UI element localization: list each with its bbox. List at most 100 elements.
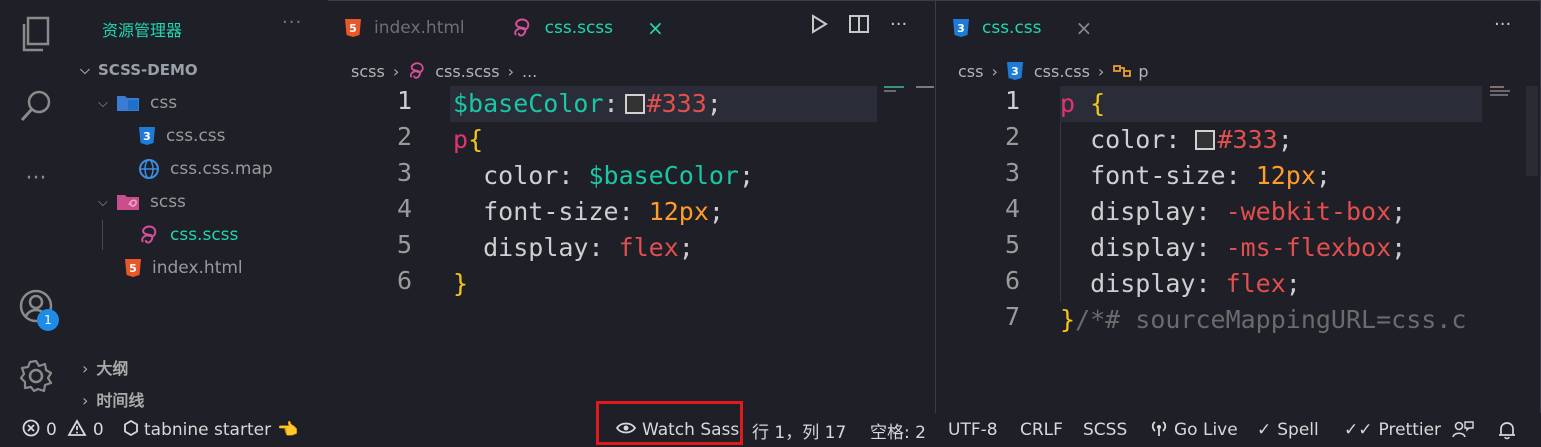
eol-status[interactable]: CRLF [1020, 413, 1063, 447]
code-line: display: -ms-flexbox; [1090, 233, 1407, 262]
css3-file-icon: 3 [1006, 61, 1024, 81]
breadcrumb-folder[interactable]: css [958, 62, 983, 81]
tree-item-scss-folder[interactable]: ⌵ scss [98, 187, 186, 217]
code-line: display: flex; [1090, 269, 1301, 298]
scrollbar-left[interactable] [916, 86, 934, 88]
tree-item-css-folder[interactable]: ⌵ css [98, 88, 177, 118]
scrollbar-right[interactable] [1526, 86, 1538, 176]
tab-index-html[interactable]: 5 index.html [328, 0, 481, 56]
breadcrumb-file[interactable]: css.css [1034, 62, 1090, 81]
breadcrumb-file[interactable]: css.scss [435, 62, 499, 81]
code-line: font-size: 12px; [483, 197, 724, 226]
line-number: 7 [1004, 302, 1020, 331]
indentation-status[interactable]: 空格: 2 [870, 413, 926, 447]
tab-css-scss[interactable]: css.scss × [481, 0, 680, 56]
double-check-icon: ✓✓ [1344, 420, 1373, 440]
timeline-section[interactable]: › 时间线 [82, 387, 144, 411]
breadcrumb-symbol[interactable]: p [1138, 62, 1148, 81]
svg-text:3: 3 [143, 130, 151, 143]
spell-check-status[interactable]: ✓ Spell [1257, 413, 1319, 447]
tabnine-status[interactable]: tabnine starter 👈 [124, 413, 298, 447]
code-line: }/*# sourceMappingURL=css.c [1060, 305, 1467, 334]
language-status[interactable]: SCSS [1083, 413, 1127, 447]
broadcast-icon [1150, 419, 1168, 442]
code-line: color: #333; [1090, 125, 1293, 154]
explorer-more-icon[interactable]: ··· [282, 12, 302, 33]
sass-file-icon [407, 61, 427, 81]
highlight-annotation-box [596, 401, 743, 445]
line-number: 3 [396, 158, 412, 187]
minimap-left[interactable] [884, 86, 908, 94]
tree-item-css-css[interactable]: 3 css.css [138, 121, 226, 151]
pointing-hand-icon: 👈 [277, 420, 299, 440]
prettier-status[interactable]: ✓✓ Prettier [1344, 413, 1441, 447]
tree-item-index-html[interactable]: 5 index.html [124, 253, 243, 283]
minimap-right[interactable] [1490, 86, 1514, 100]
code-line: font-size: 12px; [1090, 161, 1331, 190]
line-number: 4 [396, 194, 412, 223]
tree-item-css-scss[interactable]: css.scss [138, 220, 238, 250]
css3-file-icon: 3 [952, 18, 970, 38]
encoding-status[interactable]: UTF-8 [948, 413, 998, 447]
svg-text:5: 5 [129, 262, 137, 275]
chevron-right-icon: › [1097, 61, 1105, 81]
feedback-icon[interactable] [1452, 413, 1474, 447]
editor-more-icon[interactable]: ··· [890, 14, 907, 39]
more-icon[interactable]: ··· [16, 158, 56, 198]
svg-text:3: 3 [1011, 65, 1019, 78]
project-folder[interactable]: ⌵ SCSS-DEMO [80, 55, 198, 85]
color-swatch[interactable] [1195, 130, 1216, 150]
explorer-icon[interactable] [16, 14, 56, 54]
code-line: p{ [453, 125, 484, 154]
scss-folder-icon [116, 193, 140, 211]
code-line: color: $baseColor; [483, 161, 755, 190]
line-number: 3 [1004, 158, 1020, 187]
settings-gear-icon[interactable] [16, 356, 56, 396]
line-number: 6 [396, 266, 412, 295]
editor-group-divider[interactable] [935, 0, 936, 413]
line-number: 2 [1004, 122, 1020, 151]
svg-text:3: 3 [957, 22, 965, 35]
breadcrumb-symbol[interactable]: ... [522, 62, 537, 81]
close-tab-icon[interactable]: × [1076, 16, 1093, 40]
close-tab-icon[interactable]: × [647, 16, 664, 40]
outline-section[interactable]: › 大纲 [82, 355, 128, 379]
breadcrumb-left: scss › css.scss › ... [351, 58, 537, 84]
breadcrumb-right: css › 3 css.css › p [958, 58, 1148, 84]
chevron-down-icon: ⌵ [80, 62, 90, 78]
line-number: 1 [1004, 86, 1020, 115]
breadcrumb-folder[interactable]: scss [351, 62, 385, 81]
notification-badge: 1 [37, 309, 59, 331]
chevron-down-icon: ⌵ [98, 95, 108, 111]
notifications-bell-icon[interactable] [1498, 413, 1516, 447]
warning-icon [67, 418, 87, 442]
html5-file-icon: 5 [124, 258, 142, 278]
chevron-right-icon: › [991, 61, 998, 81]
color-swatch[interactable] [624, 94, 645, 114]
code-line: } [453, 269, 469, 298]
left-editor-actions: ··· [810, 14, 907, 39]
tab-css-css[interactable]: 3 css.css × [936, 0, 1108, 56]
symbol-selector-icon [1112, 62, 1132, 80]
code-editor-right[interactable]: p { color: #333; font-size: 12px; displa… [1060, 86, 1518, 338]
check-icon: ✓ [1257, 420, 1272, 440]
editor-more-icon[interactable]: ··· [1494, 14, 1511, 35]
explorer-title: 资源管理器 [102, 21, 183, 40]
split-editor-icon[interactable] [848, 14, 870, 39]
svg-text:5: 5 [349, 22, 357, 35]
run-play-icon[interactable] [810, 14, 828, 39]
go-live-button[interactable]: Go Live [1150, 413, 1238, 447]
tabnine-hexagon-icon [124, 419, 138, 441]
chevron-right-icon: › [392, 61, 400, 81]
code-editor-left[interactable]: $baseColor: #333; p{ color: $baseColor; f… [453, 86, 754, 302]
chevron-right-icon: › [82, 391, 89, 410]
globe-map-icon [138, 158, 160, 180]
search-icon[interactable] [16, 86, 56, 126]
html5-file-icon: 5 [344, 18, 362, 38]
problems-status[interactable]: 0 0 [22, 413, 104, 447]
cursor-position-status[interactable]: 行 1，列 17 [752, 413, 846, 447]
tree-item-css-map[interactable]: css.css.map [138, 154, 273, 184]
status-bar: 0 0 tabnine starter 👈 Watch Sass 行 1，列 1… [0, 413, 1541, 447]
code-line: display: flex; [483, 233, 694, 262]
code-line: $baseColor: #333; [453, 89, 722, 118]
